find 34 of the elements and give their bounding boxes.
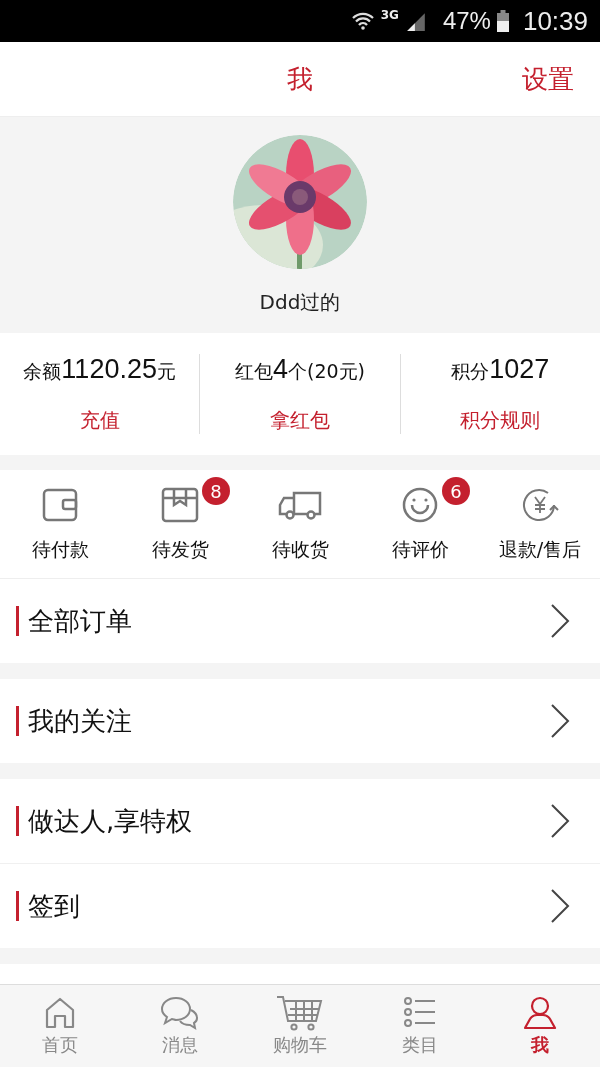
- wallet-value: 余额1120.25元: [23, 354, 176, 385]
- chevron-icon: [550, 888, 570, 924]
- chevron-icon: [550, 703, 570, 739]
- order-status-item[interactable]: 退款/售后: [480, 470, 600, 578]
- person-icon: [522, 995, 558, 1031]
- chat-bubbles-icon: [160, 995, 200, 1031]
- menu-row[interactable]: 我的关注: [0, 679, 600, 763]
- battery-text: 47%: [442, 7, 491, 35]
- smiley-icon: [400, 485, 440, 525]
- wallet-link[interactable]: 充值: [79, 407, 120, 434]
- clock-text: 10:39: [522, 5, 588, 37]
- chevron-icon: [550, 803, 570, 839]
- battery-icon: [496, 10, 509, 32]
- user-name: Ddd过的: [259, 289, 341, 316]
- menu-row[interactable]: 签到: [0, 863, 600, 948]
- cart-icon: [276, 995, 324, 1031]
- count-badge: 8: [202, 477, 230, 505]
- count-badge: 6: [442, 477, 470, 505]
- wallet-link[interactable]: 积分规则: [460, 407, 541, 434]
- wallet-value: 积分1027: [451, 354, 550, 385]
- order-status-item[interactable]: 8 待发货: [120, 470, 240, 578]
- wallet-value: 红包4个(20元): [234, 354, 365, 385]
- wallet-link[interactable]: 拿红包: [270, 407, 330, 434]
- order-status-item[interactable]: 待收货: [240, 470, 360, 578]
- page-title: 我: [287, 62, 313, 96]
- order-status-item[interactable]: 待付款: [0, 470, 120, 578]
- order-status-item[interactable]: 6 待评价: [360, 470, 480, 578]
- tab[interactable]: 我: [480, 985, 600, 1067]
- network-label: 3G: [380, 8, 399, 22]
- settings-link[interactable]: 设置: [522, 61, 574, 97]
- menu-row[interactable]: 做达人,享特权: [0, 779, 600, 863]
- menu-row[interactable]: 全部订单: [0, 579, 600, 663]
- box-icon: [160, 485, 200, 525]
- chevron-icon: [550, 603, 570, 639]
